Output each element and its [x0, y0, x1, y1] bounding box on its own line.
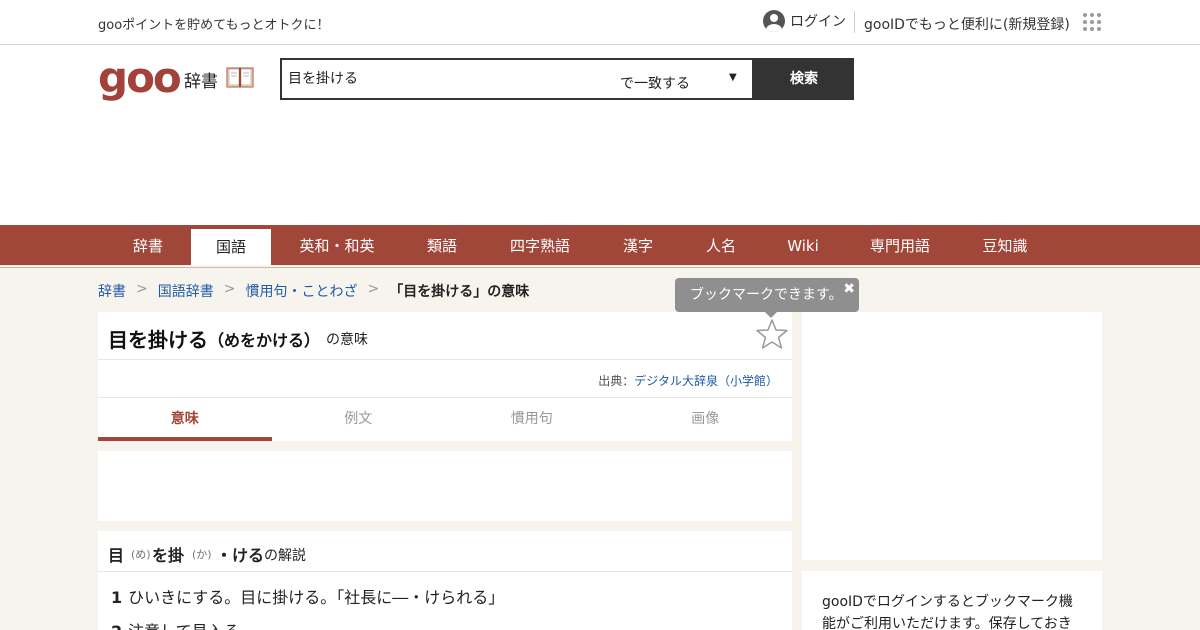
- tab-trivia[interactable]: 豆知識: [973, 225, 1037, 265]
- explanation-section: 目 (め) を掛 (か) ・ける の解説 1 ひいきにする。目に掛ける。「社長に―…: [98, 531, 792, 630]
- login-link[interactable]: ログイン: [763, 10, 846, 32]
- tab-kanji[interactable]: 漢字: [608, 225, 668, 265]
- tab-thesaurus[interactable]: 類語: [408, 225, 476, 265]
- apps-grid-icon[interactable]: [1083, 13, 1101, 31]
- book-icon: [226, 67, 254, 88]
- definition-item: 2注意して見入る。: [111, 618, 256, 630]
- tab-technical[interactable]: 専門用語: [860, 225, 940, 265]
- divider: [854, 11, 855, 33]
- match-mode-select[interactable]: で一致する: [620, 73, 690, 93]
- dictionary-label[interactable]: 辞書: [184, 67, 218, 92]
- entry-word: 目を掛ける: [108, 328, 208, 352]
- entry-suffix: の意味: [326, 332, 368, 348]
- breadcrumb-japanese-dictionary[interactable]: 国語辞書: [158, 281, 214, 301]
- ad-slot: [98, 451, 792, 521]
- tab-dictionary[interactable]: 辞書: [98, 225, 198, 265]
- entry-reading: （めをかける）: [208, 331, 321, 350]
- entry-tabs: 意味 例文 慣用句 画像: [98, 398, 792, 441]
- search-form: で一致する ▼: [280, 58, 754, 100]
- explanation-heading: 目 (め) を掛 (か) ・ける の解説: [98, 531, 792, 572]
- bookmark-tooltip: ブックマークできます。 ✖: [675, 278, 859, 318]
- tab-yoji[interactable]: 四字熟語: [500, 225, 580, 265]
- entry-card: 目を掛ける （めをかける） の意味 出典：デジタル大辞泉（小学館） 意味 例文 …: [98, 312, 792, 441]
- breadcrumb: 辞書 > 国語辞書 > 慣用句・ことわざ > 「目を掛ける」の意味: [98, 281, 530, 301]
- bookmark-star-icon[interactable]: [756, 318, 788, 350]
- user-icon: [763, 10, 785, 32]
- source-row: 出典：デジタル大辞泉（小学館）: [98, 360, 792, 398]
- search-input[interactable]: [288, 70, 608, 86]
- site-header: goo 辞書 で一致する ▼ 検索: [0, 45, 1200, 225]
- breadcrumb-current: 「目を掛ける」の意味: [389, 284, 530, 300]
- tab-english[interactable]: 英和・和英: [281, 225, 393, 265]
- sidebar-message: gooIDでログインするとブックマーク機能がご利用いただけます。保存しておき: [822, 594, 1073, 630]
- tab-wiki[interactable]: Wiki: [775, 225, 831, 265]
- points-promo-link[interactable]: gooポイントを貯めてもっとオトクに！: [98, 14, 330, 33]
- sidebar-login-notice: gooIDでログインするとブックマーク機能がご利用いただけます。保存しておき: [802, 571, 1102, 630]
- tooltip-text: ブックマークできます。: [690, 287, 843, 303]
- entry-heading: 目を掛ける （めをかける） の意味: [98, 312, 792, 360]
- sidebar-ad-slot: [802, 312, 1102, 560]
- tab-idioms[interactable]: 慣用句: [445, 398, 619, 441]
- nav-divider: [0, 267, 1200, 268]
- close-icon[interactable]: ✖: [843, 272, 855, 306]
- definition-item: 1 ひいきにする。目に掛ける。「社長に―・けられる」: [111, 588, 505, 607]
- source-link[interactable]: デジタル大辞泉（小学館）: [634, 374, 778, 388]
- tab-images[interactable]: 画像: [619, 398, 793, 441]
- tab-japanese[interactable]: 国語: [191, 229, 271, 265]
- category-nav: 辞書 国語 英和・和英 類語 四字熟語 漢字 人名 Wiki 専門用語 豆知識: [0, 225, 1200, 268]
- source-label: 出典：: [598, 374, 635, 388]
- breadcrumb-idioms[interactable]: 慣用句・ことわざ: [245, 281, 357, 301]
- breadcrumb-dictionary[interactable]: 辞書: [98, 281, 126, 301]
- search-button[interactable]: 検索: [754, 58, 854, 100]
- top-bar: gooポイントを貯めてもっとオトクに！ ログイン gooIDでもっと便利に(新規…: [0, 0, 1200, 45]
- login-label: ログイン: [790, 14, 846, 30]
- tab-meaning[interactable]: 意味: [98, 398, 272, 441]
- goo-logo[interactable]: goo: [98, 55, 182, 101]
- chevron-down-icon[interactable]: ▼: [729, 72, 737, 83]
- tab-names[interactable]: 人名: [691, 225, 751, 265]
- register-link[interactable]: gooIDでもっと便利に(新規登録): [864, 14, 1070, 34]
- tab-examples[interactable]: 例文: [272, 398, 446, 441]
